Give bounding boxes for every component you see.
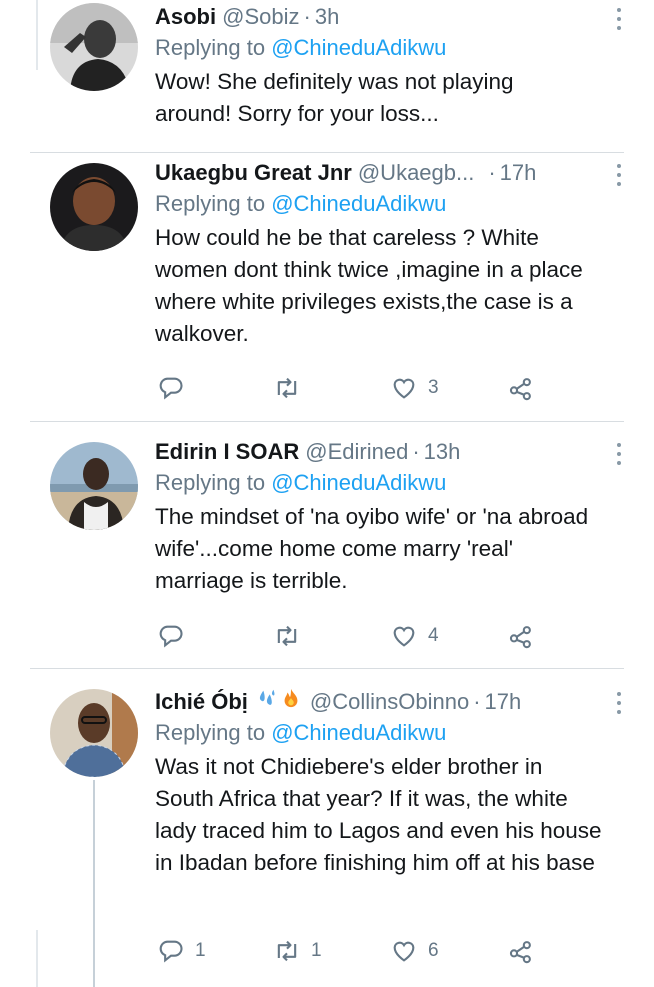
avatar[interactable] [50,442,138,530]
replying-prefix: Replying to [155,191,266,216]
like-icon [393,378,415,399]
separator: · [303,4,311,29]
droplets-emoji [256,687,278,716]
tweet-actions: 4 [155,619,535,653]
replying-prefix: Replying to [155,35,266,60]
tweet-text: Wow! She definitely was not playing arou… [155,69,514,126]
reply-button[interactable] [157,371,185,405]
avatar-photo-asobi [50,3,138,91]
tweet-3[interactable]: Edirin I SOAR @Edirined · 13h Replying t… [0,422,654,668]
share-button[interactable] [507,371,535,405]
replying-to-link[interactable]: @ChineduAdikwu [271,191,446,216]
retweet-button[interactable]: 1 [273,934,322,968]
like-button[interactable]: 3 [390,371,439,405]
like-button[interactable]: 4 [390,619,439,653]
timestamp[interactable]: 17h [500,159,537,187]
display-name[interactable]: Asobi [155,3,216,31]
more-options-icon[interactable] [610,161,628,189]
replying-to-link[interactable]: @ChineduAdikwu [271,35,446,60]
more-options-icon[interactable] [610,689,628,717]
separator: · [412,439,420,464]
user-handle[interactable]: @Sobiz [222,3,299,31]
share-icon [509,626,531,649]
like-button[interactable]: 6 [390,934,439,968]
display-name[interactable]: Edirin I SOAR [155,438,299,466]
reply-button[interactable] [157,619,185,653]
replying-to: Replying to @ChineduAdikwu [155,189,634,219]
avatar[interactable] [50,3,138,91]
avatar-photo-edirin [50,442,138,530]
retweet-icon [277,625,297,647]
tweet-text: Was it not Chidiebere's elder brother in… [155,754,602,875]
tweet-actions: 3 [155,371,535,405]
display-name[interactable]: Ukaegbu Great Jnr [155,159,352,187]
avatar[interactable] [50,163,138,251]
like-count: 3 [428,377,439,398]
tweet-text: How could he be that careless ? White wo… [155,225,583,346]
separator: · [488,160,496,185]
share-icon [509,378,531,401]
tweet-4[interactable]: Ichié Óbị @CollinsObinno · 17h Replying … [0,669,654,987]
avatar-photo-ichie [50,689,138,777]
replying-prefix: Replying to [155,720,266,745]
separator: · [473,689,481,714]
reply-icon [159,940,183,963]
tweet-2[interactable]: Ukaegbu Great Jnr @Ukaegb... · 17h Reply… [0,153,654,421]
reply-icon [159,377,183,400]
reply-count: 1 [195,940,206,961]
share-icon [509,941,531,964]
retweet-icon [277,940,297,962]
tweet-1[interactable]: Asobi @Sobiz · 3h Replying to @ChineduAd… [0,0,654,152]
timestamp[interactable]: 13h [424,438,461,466]
retweet-icon [277,377,297,399]
user-handle[interactable]: @Ukaegb... [358,159,475,187]
tweet-actions: 1 1 6 [155,934,535,968]
like-icon [393,941,415,962]
retweet-button[interactable] [273,371,301,405]
share-button[interactable] [507,934,535,968]
timestamp[interactable]: 3h [315,3,339,31]
avatar-photo-ukaegbu [50,163,138,251]
replying-to: Replying to @ChineduAdikwu [155,33,634,63]
tweet-text: The mindset of 'na oyibo wife' or 'na ab… [155,504,589,593]
like-icon [393,626,415,647]
like-count: 4 [428,625,439,646]
replying-to-link[interactable]: @ChineduAdikwu [271,470,446,495]
user-handle[interactable]: @CollinsObinno [310,688,469,716]
reply-button[interactable]: 1 [157,934,206,968]
timestamp[interactable]: 17h [485,688,522,716]
retweet-count: 1 [311,940,322,961]
replying-to: Replying to @ChineduAdikwu [155,718,634,748]
replying-to: Replying to @ChineduAdikwu [155,468,634,498]
fire-emoji [280,687,302,716]
replying-prefix: Replying to [155,470,266,495]
display-name[interactable]: Ichié Óbị [155,688,248,716]
user-handle[interactable]: @Edirined [305,438,408,466]
more-options-icon[interactable] [610,440,628,468]
replying-to-link[interactable]: @ChineduAdikwu [271,720,446,745]
more-options-icon[interactable] [610,5,628,33]
avatar[interactable] [50,689,138,777]
share-button[interactable] [507,619,535,653]
like-count: 6 [428,940,439,961]
reply-icon [159,625,183,648]
retweet-button[interactable] [273,619,301,653]
